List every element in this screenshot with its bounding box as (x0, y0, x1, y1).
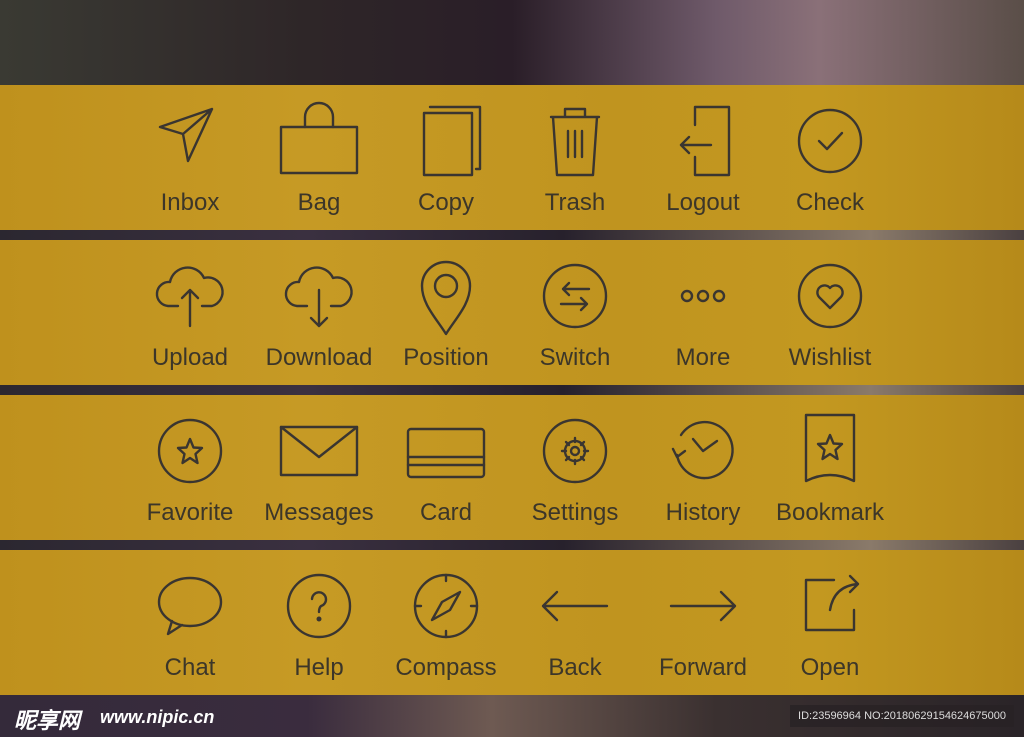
icon-button-bookmark[interactable]: Bookmark (766, 395, 894, 540)
watermark-footer: 昵享网 www.nipic.cn ID:23596964 NO:20180629… (0, 695, 1024, 737)
bag-icon (279, 101, 359, 175)
icon-label: Bookmark (775, 499, 885, 526)
copy-icon (422, 105, 482, 177)
heart-circle-icon (797, 263, 863, 329)
map-pin-icon (420, 260, 472, 336)
icon-button-wishlist[interactable]: Wishlist (766, 240, 894, 385)
icon-label: Check (795, 189, 865, 216)
icon-label: Wishlist (788, 344, 872, 371)
icon-row: Chat Help Compass Back Forward Open (0, 550, 1024, 695)
trash-icon (549, 107, 601, 177)
star-circle-icon (157, 418, 223, 484)
cloud-download-icon (284, 266, 353, 328)
icon-row: Favorite Messages Card Settings History Bookm… (0, 395, 1024, 540)
icon-row: Upload Download Position Switch More Wishlist (0, 240, 1024, 385)
image-id: ID:23596964 NO:20180629154624675000 (790, 705, 1014, 727)
cloud-upload-icon (155, 266, 224, 328)
switch-arrows-icon (542, 263, 608, 329)
watermark-site: www.nipic.cn (100, 707, 215, 727)
arrow-right-icon (669, 590, 737, 622)
watermark-logo: 昵享网 (14, 708, 81, 733)
history-icon (671, 420, 734, 480)
icon-row: Inbox Bag Copy Trash Logout Check (0, 85, 1024, 230)
open-external-icon (804, 574, 860, 632)
credit-card-icon (406, 427, 486, 479)
paper-plane-icon (158, 107, 214, 163)
arrow-left-icon (541, 590, 609, 622)
check-circle-icon (797, 108, 863, 174)
logout-icon (679, 105, 731, 177)
more-dots-icon (680, 289, 726, 303)
gear-circle-icon (542, 418, 608, 484)
row-divider (0, 540, 1024, 550)
icon-button-check[interactable]: Check (766, 85, 894, 230)
help-circle-icon (286, 573, 352, 639)
envelope-icon (279, 425, 359, 477)
row-divider (0, 230, 1024, 240)
compass-icon (413, 573, 479, 639)
icon-button-open[interactable]: Open (766, 550, 894, 695)
bookmark-star-icon (804, 413, 856, 483)
icon-label: Open (800, 654, 860, 681)
chat-bubble-icon (157, 576, 223, 636)
row-divider (0, 385, 1024, 395)
